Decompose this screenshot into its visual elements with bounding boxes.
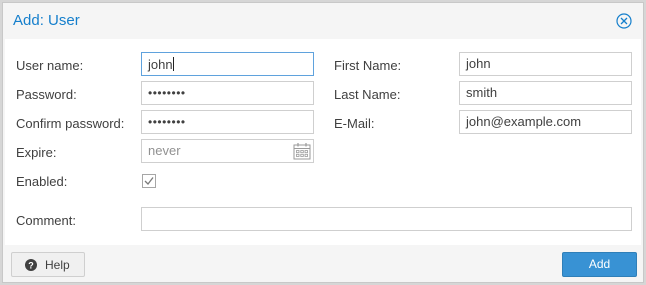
password-value: •••••••• (148, 86, 186, 100)
dialog-title: Add: User (13, 12, 80, 29)
expire-placeholder: never (148, 143, 181, 158)
confirm-password-value: •••••••• (148, 115, 186, 129)
checkmark-icon (142, 174, 156, 188)
question-circle-icon: ? (25, 259, 37, 271)
email-input[interactable]: john@example.com (459, 110, 632, 134)
dialog-body: User name: john Password: •••••••• Confi… (5, 39, 641, 245)
last-name-value: smith (466, 85, 498, 100)
help-button-label: Help (45, 258, 70, 272)
email-value: john@example.com (466, 114, 582, 129)
dialog-toolbar: ? Help Add (3, 245, 643, 282)
help-button[interactable]: ? Help (11, 252, 85, 277)
password-input[interactable]: •••••••• (141, 81, 314, 105)
last-name-input[interactable]: smith (459, 81, 632, 105)
add-button[interactable]: Add (562, 252, 637, 277)
comment-label: Comment: (16, 213, 76, 228)
enabled-label: Enabled: (16, 174, 68, 189)
password-label: Password: (16, 87, 77, 102)
expire-date-field[interactable]: never (141, 139, 314, 163)
confirm-password-label: Confirm password: (16, 116, 125, 131)
add-user-dialog: Add: User User name: john Password: ••••… (2, 2, 644, 283)
last-name-label: Last Name: (334, 87, 401, 102)
calendar-icon[interactable] (292, 142, 312, 161)
username-label: User name: (16, 58, 84, 73)
confirm-password-input[interactable]: •••••••• (141, 110, 314, 134)
close-icon[interactable] (616, 13, 632, 29)
first-name-label: First Name: (334, 58, 402, 73)
username-input[interactable]: john (141, 52, 314, 76)
comment-input[interactable] (141, 207, 632, 231)
email-label: E-Mail: (334, 116, 375, 131)
username-value: john (148, 57, 173, 72)
svg-text:?: ? (28, 260, 34, 270)
expire-label: Expire: (16, 145, 57, 160)
first-name-value: john (466, 56, 491, 71)
first-name-input[interactable]: john (459, 52, 632, 76)
text-caret (172, 57, 174, 71)
dialog-titlebar: Add: User (3, 3, 643, 39)
enabled-checkbox[interactable] (142, 174, 156, 188)
